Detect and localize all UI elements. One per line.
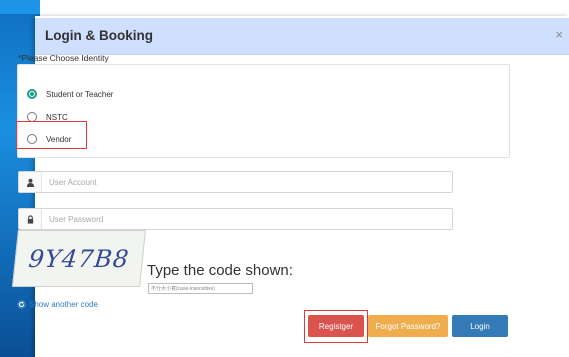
modal-title: Login & Booking: [45, 28, 153, 43]
vendor-highlight-outline: [16, 121, 87, 149]
identity-options-box: Student or Teacher NSTC Vendor: [17, 64, 510, 158]
lock-icon: [19, 209, 42, 229]
background-corner: [0, 0, 40, 14]
user-icon: [19, 172, 42, 192]
refresh-icon[interactable]: [17, 300, 26, 309]
radio-student-teacher[interactable]: Student or Teacher: [27, 86, 113, 102]
close-icon[interactable]: ×: [555, 27, 563, 42]
login-button[interactable]: Login: [452, 315, 508, 337]
register-button[interactable]: Registger: [308, 315, 364, 337]
user-account-input[interactable]: [49, 173, 439, 191]
user-password-input[interactable]: [49, 210, 439, 228]
captcha-prompt: Type the code shown:: [147, 262, 293, 279]
modal-header: Login & Booking ×: [35, 18, 569, 55]
user-account-field[interactable]: [18, 171, 453, 193]
user-password-field[interactable]: [18, 208, 453, 230]
identity-label: *Please Choose Identity: [18, 53, 109, 63]
show-another-code-label[interactable]: Show another code: [29, 300, 98, 309]
forgot-password-button[interactable]: Forgot Password?: [368, 315, 448, 337]
show-another-code-link[interactable]: Show another code: [17, 300, 98, 309]
captcha-input[interactable]: [148, 283, 253, 294]
radio-label: Student or Teacher: [46, 89, 114, 99]
captcha-image: 9Y47B8: [12, 230, 146, 287]
radio-checked-icon[interactable]: [27, 89, 37, 99]
